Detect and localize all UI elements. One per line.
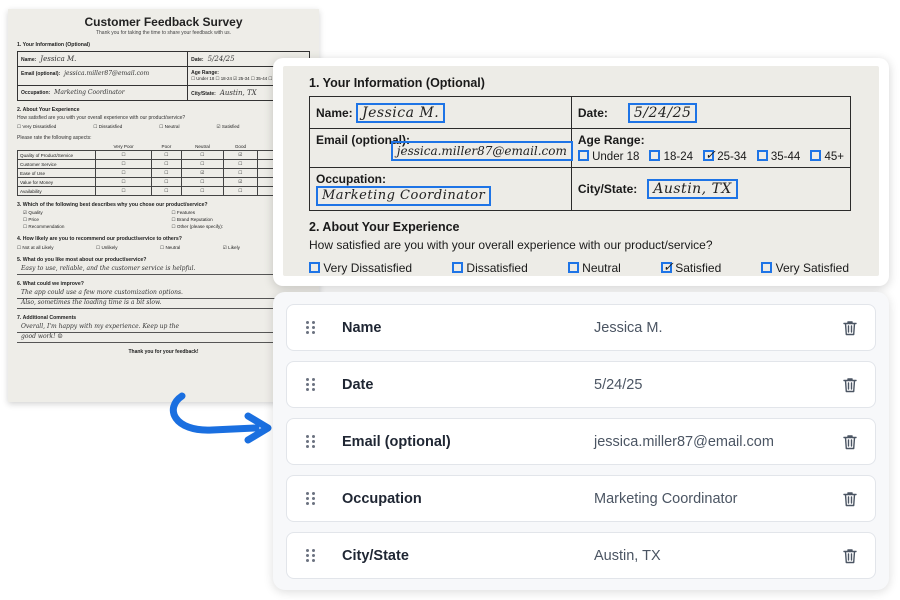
section-recommend: 4. How likely are you to recommend our p… (17, 236, 182, 242)
drag-handle-icon[interactable] (306, 492, 318, 505)
field-value[interactable]: jessica.miller87@email.com (594, 434, 843, 450)
field-label: Date (342, 376, 374, 393)
drag-handle-icon[interactable] (306, 378, 318, 391)
field-value[interactable]: 5/24/25 (594, 377, 843, 393)
zoomed-crop-card: 1. Your Information (Optional) Name: Jes… (273, 58, 889, 286)
occupation-highlight[interactable]: Marketing Coordinator (316, 186, 492, 206)
zoom-occupation-cell: Occupation: Marketing Coordinator (309, 167, 572, 211)
section-why-chose: 3. Which of the following best describes… (17, 202, 208, 208)
zoom-city-cell: City/State: Austin, TX (570, 167, 852, 211)
recommend-options: Not at all Likely Unlikely Neutral Likel… (17, 245, 310, 251)
checkbox-icon[interactable] (567, 262, 579, 273)
curved-arrow-icon (169, 392, 272, 444)
section-improve: 6. What could we improve? (17, 281, 84, 287)
survey-title: Customer Feedback Survey (84, 15, 243, 29)
city-highlight[interactable]: Austin, TX (647, 179, 738, 199)
survey-subtitle: Thank you for taking the time to share y… (95, 30, 232, 36)
drag-handle-icon[interactable] (306, 321, 318, 334)
field-row-name[interactable]: Name Jessica M. (286, 304, 876, 351)
zoom-satisfaction-question: How satisfied are you with your overall … (309, 238, 713, 252)
checkbox-icon[interactable] (577, 150, 589, 161)
checkbox-icon[interactable] (810, 150, 822, 161)
field-value[interactable]: Jessica M. (594, 320, 843, 336)
field-label: Name (342, 319, 382, 336)
trash-icon[interactable] (843, 377, 857, 393)
zoom-email-cell: Email (optional): jessica.miller87@email… (309, 128, 573, 168)
zoom-date-cell: Date: 5/24/25 (570, 96, 852, 129)
drag-handle-icon[interactable] (306, 549, 318, 562)
field-row-email[interactable]: Email (optional) jessica.miller87@email.… (286, 418, 876, 465)
info-table: Name: Jessica M. Date: 5/24/25 Email (opti… (16, 51, 310, 101)
drag-handle-icon[interactable] (306, 435, 318, 448)
comments-line: good work! ☺ (17, 333, 310, 343)
trash-icon[interactable] (843, 548, 857, 564)
checkbox-icon[interactable] (756, 150, 768, 161)
zoom-info-table: Name: Jessica M. Date: 5/24/25 Email (op… (309, 96, 852, 211)
checked-checkbox-icon[interactable] (703, 147, 716, 163)
email-highlight[interactable]: jessica.miller87@email.com (390, 141, 573, 161)
thanks-footer: Thank you for your feedback! (128, 349, 199, 355)
section-your-information: 1. Your Information (Optional) (17, 42, 91, 48)
comments-line: Overall, I'm happy with my experience. K… (17, 323, 310, 333)
checkbox-icon[interactable] (452, 262, 464, 273)
email-cell: Email (optional): jessica.miller87@email.… (16, 66, 189, 86)
age-range-options: Under 18 18-24 25-34 35-44 45+ (577, 147, 844, 163)
zoom-section-your-information: 1. Your Information (Optional) (309, 76, 485, 90)
field-row-city-state[interactable]: City/State Austin, TX (286, 532, 876, 579)
field-label: Occupation (342, 490, 422, 507)
section-like-most: 5. What do you like most about our produ… (17, 257, 147, 263)
zoom-satisfaction-options: Very Dissatisfied Dissatisfied Neutral S… (309, 259, 855, 275)
zoom-name-cell: Name: Jessica M. (309, 96, 572, 129)
like-answer: Easy to use, reliable, and the customer … (17, 265, 310, 275)
satisfaction-options: Very Dissatisfied Dissatisfied Neutral S… (17, 124, 310, 130)
section-additional-comments: 7. Additional Comments (17, 315, 77, 321)
zoomed-survey-section: 1. Your Information (Optional) Name: Jes… (283, 66, 879, 276)
occupation-cell: Occupation: Marketing Coordinator (16, 85, 189, 101)
field-label: Email (optional) (342, 433, 451, 450)
name-highlight[interactable]: Jessica M. (356, 102, 446, 123)
trash-icon[interactable] (843, 320, 857, 336)
field-row-date[interactable]: Date 5/24/25 (286, 361, 876, 408)
rate-prompt: Please rate the following aspects: (17, 135, 92, 141)
zoom-age-cell: Age Range: Under 18 18-24 25-34 35-44 45… (570, 128, 852, 168)
trash-icon[interactable] (843, 491, 857, 507)
section-about-experience: 2. About Your Experience (17, 107, 80, 113)
rating-table: Very PoorPoor NeutralGoodExcellent Quali… (17, 143, 311, 196)
checkbox-icon[interactable] (309, 262, 320, 273)
extracted-fields-panel: Name Jessica M. Date 5/24/25 Email (opti… (273, 292, 889, 590)
field-value[interactable]: Austin, TX (594, 548, 843, 564)
satisfaction-question: How satisfied are you with your overall … (17, 115, 186, 121)
reason-options: QualityFeatures PriceBrand Reputation Re… (17, 210, 310, 230)
trash-icon[interactable] (843, 434, 857, 450)
field-value[interactable]: Marketing Coordinator (594, 491, 843, 507)
field-row-occupation[interactable]: Occupation Marketing Coordinator (286, 475, 876, 522)
checkbox-icon[interactable] (761, 262, 773, 273)
improve-answer-line: Also, sometimes the loading time is a bi… (17, 299, 310, 309)
name-cell: Name: Jessica M. (16, 51, 189, 67)
date-highlight[interactable]: 5/24/25 (627, 102, 698, 123)
zoom-section-about-experience: 2. About Your Experience (309, 220, 460, 234)
improve-answer-line: The app could use a few more customizati… (17, 289, 310, 299)
checked-checkbox-icon[interactable] (660, 259, 674, 275)
field-label: City/State (342, 547, 409, 564)
checkbox-icon[interactable] (649, 150, 661, 161)
